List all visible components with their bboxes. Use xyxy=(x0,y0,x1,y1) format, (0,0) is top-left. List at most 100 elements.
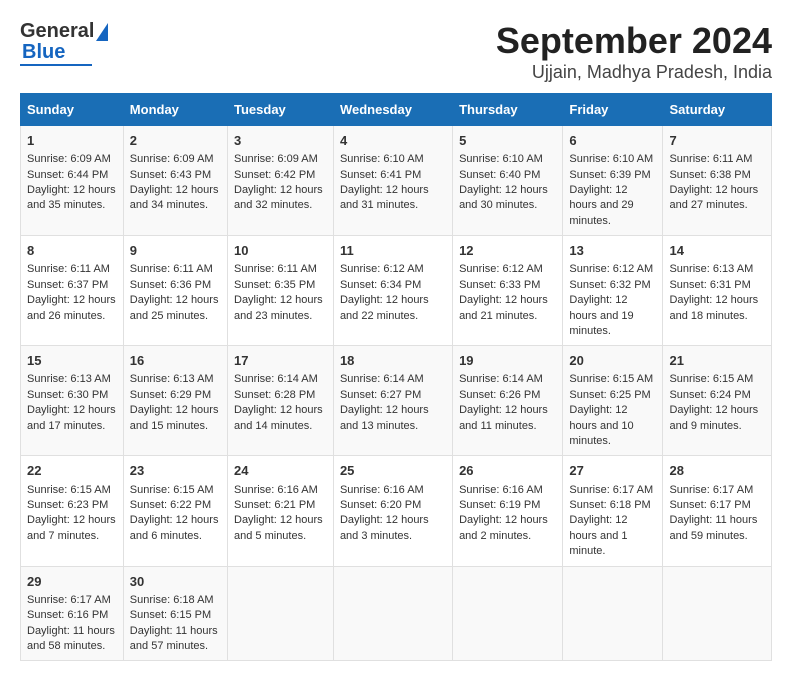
day-number: 14 xyxy=(669,242,765,260)
day-number: 11 xyxy=(340,242,446,260)
daylight-text: Daylight: 12 hours and 31 minutes. xyxy=(340,184,429,211)
day-number: 19 xyxy=(459,352,556,370)
sunrise-text: Sunrise: 6:17 AM xyxy=(669,484,753,496)
daylight-text: Daylight: 12 hours and 30 minutes. xyxy=(459,184,548,211)
day-number: 2 xyxy=(130,132,221,150)
day-number: 18 xyxy=(340,352,446,370)
sunrise-text: Sunrise: 6:10 AM xyxy=(569,153,653,165)
day-number: 28 xyxy=(669,462,765,480)
calendar-cell: 25Sunrise: 6:16 AMSunset: 6:20 PMDayligh… xyxy=(333,456,452,566)
day-number: 15 xyxy=(27,352,117,370)
sunrise-text: Sunrise: 6:13 AM xyxy=(27,373,111,385)
daylight-text: Daylight: 12 hours and 18 minutes. xyxy=(669,294,758,321)
sunrise-text: Sunrise: 6:15 AM xyxy=(669,373,753,385)
calendar-cell xyxy=(333,566,452,661)
sunset-text: Sunset: 6:20 PM xyxy=(340,499,421,511)
calendar-row: 15 Sunrise: 6:13 AM Sunset: 6:30 PM Dayligh… xyxy=(21,346,772,456)
daylight-text: Daylight: 12 hours and 3 minutes. xyxy=(340,514,429,541)
sunrise-text: Sunrise: 6:13 AM xyxy=(669,263,753,275)
sunrise-text: Sunrise: 6:11 AM xyxy=(27,263,110,275)
sunrise-text: Sunrise: 6:14 AM xyxy=(234,373,318,385)
sunrise-text: Sunrise: 6:15 AM xyxy=(130,484,214,496)
col-monday: Monday xyxy=(123,94,227,126)
sunrise-text: Sunrise: 6:12 AM xyxy=(340,263,424,275)
sunset-text: Sunset: 6:29 PM xyxy=(130,389,211,401)
daylight-text: Daylight: 12 hours and 5 minutes. xyxy=(234,514,323,541)
daylight-text: Daylight: 12 hours and 29 minutes. xyxy=(569,184,633,227)
daylight-text: Daylight: 12 hours and 17 minutes. xyxy=(27,404,116,431)
calendar-cell: 16 Sunrise: 6:13 AM Sunset: 6:29 PM Dayligh… xyxy=(123,346,227,456)
daylight-text: Daylight: 12 hours and 7 minutes. xyxy=(27,514,116,541)
calendar-cell: 5Sunrise: 6:10 AMSunset: 6:40 PMDaylight… xyxy=(453,126,563,236)
calendar-cell: 22Sunrise: 6:15 AMSunset: 6:23 PMDayligh… xyxy=(21,456,124,566)
sunrise-text: Sunrise: 6:18 AM xyxy=(130,594,214,606)
daylight-text: Daylight: 12 hours and 15 minutes. xyxy=(130,404,219,431)
calendar-cell: 30Sunrise: 6:18 AMSunset: 6:15 PMDayligh… xyxy=(123,566,227,661)
sunset-text: Sunset: 6:40 PM xyxy=(459,169,540,181)
day-number: 3 xyxy=(234,132,327,150)
sunset-text: Sunset: 6:19 PM xyxy=(459,499,540,511)
sunset-text: Sunset: 6:34 PM xyxy=(340,279,421,291)
calendar-table: Sunday Monday Tuesday Wednesday Thursday… xyxy=(20,93,772,661)
sunset-text: Sunset: 6:36 PM xyxy=(130,279,211,291)
daylight-text: Daylight: 12 hours and 10 minutes. xyxy=(569,404,633,447)
sunrise-text: Sunrise: 6:12 AM xyxy=(459,263,543,275)
day-number: 7 xyxy=(669,132,765,150)
sunrise-text: Sunrise: 6:16 AM xyxy=(459,484,543,496)
sunset-text: Sunset: 6:35 PM xyxy=(234,279,315,291)
day-number: 17 xyxy=(234,352,327,370)
sunrise-text: Sunrise: 6:10 AM xyxy=(340,153,424,165)
daylight-text: Daylight: 12 hours and 2 minutes. xyxy=(459,514,548,541)
calendar-cell: 2Sunrise: 6:09 AMSunset: 6:43 PMDaylight… xyxy=(123,126,227,236)
calendar-cell: 14Sunrise: 6:13 AMSunset: 6:31 PMDayligh… xyxy=(663,236,772,346)
sunrise-text: Sunrise: 6:17 AM xyxy=(27,594,111,606)
daylight-text: Daylight: 12 hours and 25 minutes. xyxy=(130,294,219,321)
daylight-text: Daylight: 12 hours and 21 minutes. xyxy=(459,294,548,321)
calendar-cell xyxy=(228,566,334,661)
calendar-cell: 26Sunrise: 6:16 AMSunset: 6:19 PMDayligh… xyxy=(453,456,563,566)
sunrise-text: Sunrise: 6:14 AM xyxy=(340,373,424,385)
day-number: 23 xyxy=(130,462,221,480)
calendar-cell: 12Sunrise: 6:12 AMSunset: 6:33 PMDayligh… xyxy=(453,236,563,346)
logo: General Blue xyxy=(20,20,108,66)
sunset-text: Sunset: 6:17 PM xyxy=(669,499,750,511)
header-row: Sunday Monday Tuesday Wednesday Thursday… xyxy=(21,94,772,126)
sunset-text: Sunset: 6:26 PM xyxy=(459,389,540,401)
col-wednesday: Wednesday xyxy=(333,94,452,126)
day-number: 12 xyxy=(459,242,556,260)
daylight-text: Daylight: 12 hours and 26 minutes. xyxy=(27,294,116,321)
daylight-text: Daylight: 11 hours and 57 minutes. xyxy=(130,625,218,652)
calendar-cell: 28 Sunrise: 6:17 AM Sunset: 6:17 PM Dayligh… xyxy=(663,456,772,566)
day-number: 5 xyxy=(459,132,556,150)
calendar-cell: 7Sunrise: 6:11 AMSunset: 6:38 PMDaylight… xyxy=(663,126,772,236)
daylight-text: Daylight: 12 hours and 22 minutes. xyxy=(340,294,429,321)
calendar-cell xyxy=(563,566,663,661)
daylight-text: Daylight: 12 hours and 9 minutes. xyxy=(669,404,758,431)
sunset-text: Sunset: 6:16 PM xyxy=(27,609,108,621)
sunrise-text: Sunrise: 6:17 AM xyxy=(569,484,653,496)
sunrise-text: Sunrise: 6:15 AM xyxy=(569,373,653,385)
day-number: 1 xyxy=(27,132,117,150)
sunrise-text: Sunrise: 6:13 AM xyxy=(130,373,214,385)
sunset-text: Sunset: 6:32 PM xyxy=(569,279,650,291)
daylight-text: Daylight: 12 hours and 34 minutes. xyxy=(130,184,219,211)
sunset-text: Sunset: 6:39 PM xyxy=(569,169,650,181)
daylight-text: Daylight: 12 hours and 6 minutes. xyxy=(130,514,219,541)
sunset-text: Sunset: 6:30 PM xyxy=(27,389,108,401)
calendar-cell: 24Sunrise: 6:16 AMSunset: 6:21 PMDayligh… xyxy=(228,456,334,566)
day-number: 22 xyxy=(27,462,117,480)
day-number: 16 xyxy=(130,352,221,370)
calendar-cell: 19 Sunrise: 6:14 AM Sunset: 6:26 PM Dayligh… xyxy=(453,346,563,456)
sunset-text: Sunset: 6:27 PM xyxy=(340,389,421,401)
calendar-cell: 18Sunrise: 6:14 AMSunset: 6:27 PMDayligh… xyxy=(333,346,452,456)
daylight-text: Daylight: 12 hours and 14 minutes. xyxy=(234,404,323,431)
calendar-cell: 17Sunrise: 6:14 AMSunset: 6:28 PMDayligh… xyxy=(228,346,334,456)
day-number: 21 xyxy=(669,352,765,370)
calendar-row: 29Sunrise: 6:17 AMSunset: 6:16 PMDayligh… xyxy=(21,566,772,661)
logo-underline xyxy=(20,64,92,66)
sunrise-text: Sunrise: 6:14 AM xyxy=(459,373,543,385)
daylight-text: Daylight: 11 hours and 59 minutes. xyxy=(669,514,757,541)
calendar-cell: 13Sunrise: 6:12 AMSunset: 6:32 PMDayligh… xyxy=(563,236,663,346)
sunset-text: Sunset: 6:24 PM xyxy=(669,389,750,401)
daylight-text: Daylight: 12 hours and 11 minutes. xyxy=(459,404,548,431)
